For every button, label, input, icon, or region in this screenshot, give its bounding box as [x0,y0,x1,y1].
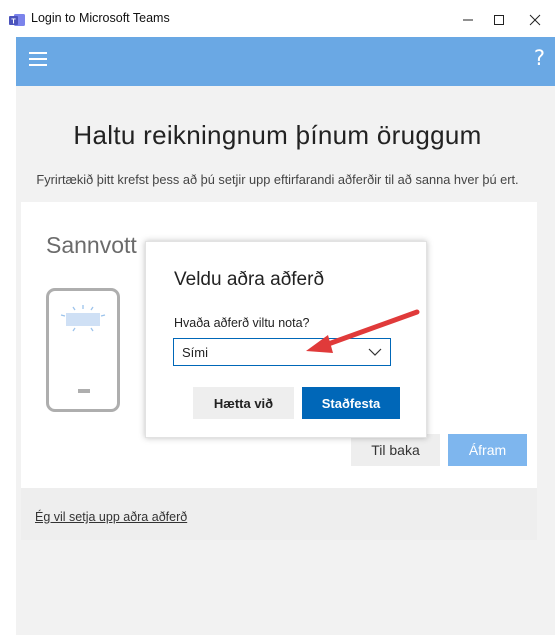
app-header: ? [16,37,555,86]
hamburger-icon[interactable] [29,52,47,70]
dialog-title: Veldu aðra aðferð [174,269,325,290]
teams-login-window: T Login to Microsoft Teams ? Haltu reikn… [0,0,555,635]
notification-rays-icon [60,305,106,332]
svg-text:T: T [11,18,16,25]
maximize-button[interactable] [479,6,519,34]
page-subtitle: Fyrirtækið þitt krefst þess að þú setjir… [36,172,519,187]
card-footer: Ég vil setja upp aðra aðferð [21,488,537,540]
method-select[interactable]: Sími [173,338,391,366]
phone-home-button [78,389,90,393]
close-button[interactable] [515,6,555,34]
minimize-icon [463,19,473,21]
title-bar: T Login to Microsoft Teams [0,0,555,37]
maximize-icon [494,15,504,25]
teams-icon: T [9,14,25,26]
close-icon [529,14,541,26]
choose-method-dialog: Veldu aðra aðferð Hvaða aðferð viltu not… [145,241,427,438]
phone-icon [46,288,120,412]
method-select-value: Sími [182,345,208,360]
chevron-down-icon [368,348,382,356]
alt-method-link[interactable]: Ég vil setja upp aðra aðferð [35,510,187,524]
window-title: Login to Microsoft Teams [31,11,170,25]
confirm-button[interactable]: Staðfesta [302,387,400,419]
card-heading: Sannvott [46,232,137,258]
method-question-label: Hvaða aðferð viltu nota? [174,316,310,330]
help-icon[interactable]: ? [534,46,545,70]
cancel-button[interactable]: Hætta við [193,387,294,419]
back-button[interactable]: Til baka [351,434,440,466]
next-button[interactable]: Áfram [448,434,527,466]
page-title: Haltu reikningnum þínum öruggum [73,120,482,150]
